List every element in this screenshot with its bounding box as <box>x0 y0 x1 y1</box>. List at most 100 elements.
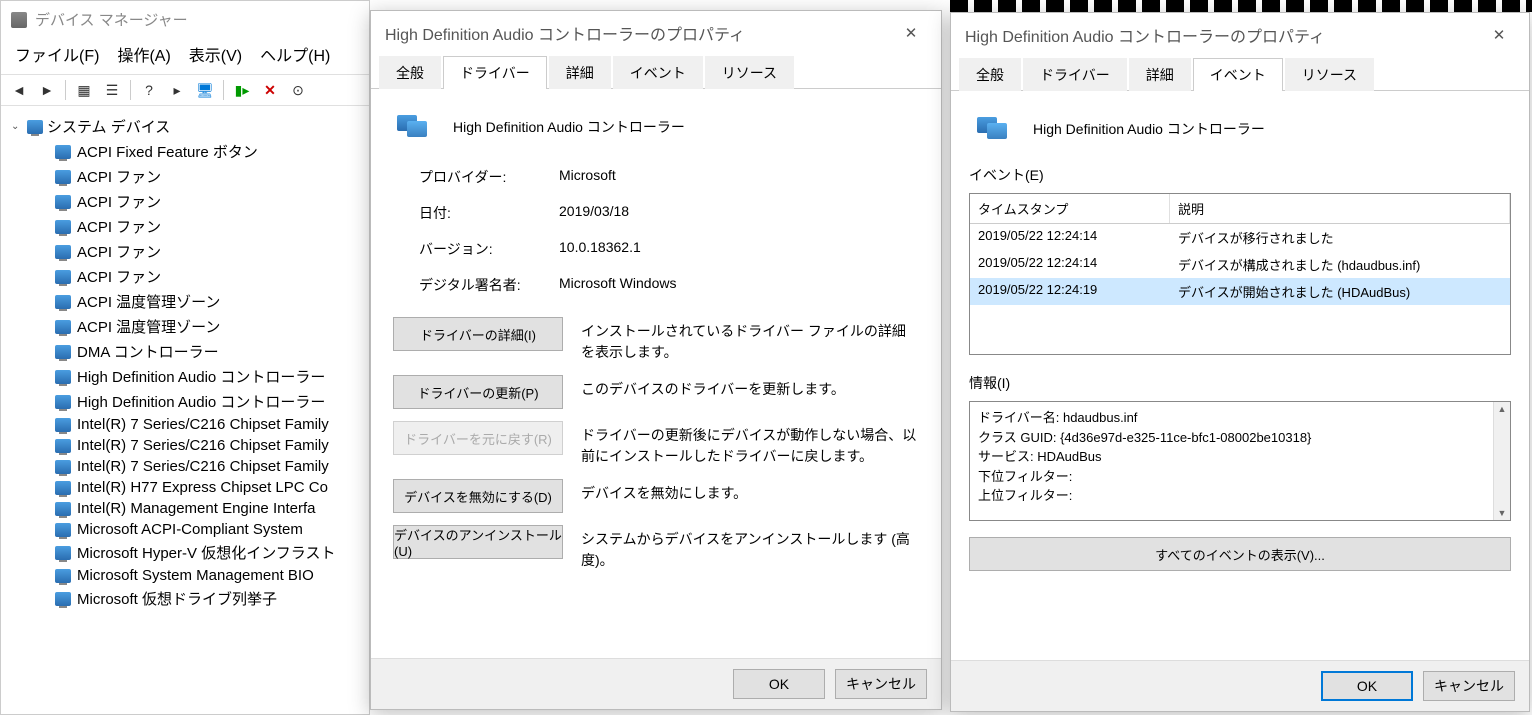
date-value: 2019/03/18 <box>559 203 893 223</box>
tab-driver[interactable]: ドライバー <box>443 56 547 89</box>
uninstall-device-button[interactable]: デバイスのアンインストール(U) <box>393 525 563 559</box>
device-label: ACPI ファン <box>77 241 161 262</box>
view-all-events-button[interactable]: すべてのイベントの表示(V)... <box>969 537 1511 571</box>
scan-button[interactable]: ▸ <box>165 78 189 102</box>
enable-button[interactable]: ▮▸ <box>230 78 254 102</box>
version-label: バージョン: <box>419 239 559 259</box>
ok-button[interactable]: OK <box>1321 671 1413 701</box>
tree-item[interactable]: ACPI 温度管理ゾーン <box>5 314 365 339</box>
device-label: Intel(R) H77 Express Chipset LPC Co <box>77 479 328 496</box>
tab-resource[interactable]: リソース <box>705 56 794 89</box>
back-button[interactable]: ◄ <box>7 78 31 102</box>
properties-button[interactable]: ☰ <box>100 78 124 102</box>
tree-item[interactable]: Intel(R) H77 Express Chipset LPC Co <box>5 477 365 498</box>
device-manager-window: デバイス マネージャー ファイル(F) 操作(A) 表示(V) ヘルプ(H) ◄… <box>0 0 370 715</box>
update-driver-button[interactable]: ⊙ <box>286 78 310 102</box>
cancel-button[interactable]: キャンセル <box>1423 671 1515 701</box>
device-label: Intel(R) 7 Series/C216 Chipset Family <box>77 416 329 433</box>
tree-item[interactable]: Intel(R) Management Engine Interfa <box>5 498 365 519</box>
tree-item[interactable]: Intel(R) 7 Series/C216 Chipset Family <box>5 435 365 456</box>
device-icon <box>55 295 71 309</box>
menu-action[interactable]: 操作(A) <box>117 42 170 66</box>
tab-row: 全般 ドライバー 詳細 イベント リソース <box>371 55 941 89</box>
device-icon <box>55 370 71 384</box>
tree-item[interactable]: Microsoft 仮想ドライブ列挙子 <box>5 586 365 611</box>
tree-item[interactable]: ACPI ファン <box>5 189 365 214</box>
device-icon <box>55 460 71 474</box>
scrollbar[interactable]: ▲▼ <box>1493 402 1510 520</box>
tree-item[interactable]: ACPI 温度管理ゾーン <box>5 289 365 314</box>
tab-detail[interactable]: 詳細 <box>1129 58 1191 91</box>
info-line: 下位フィルター: <box>978 467 1502 487</box>
events-table[interactable]: タイムスタンプ 説明 2019/05/22 12:24:14デバイスが移行されま… <box>969 193 1511 355</box>
menu-help[interactable]: ヘルプ(H) <box>260 42 330 66</box>
table-header: タイムスタンプ 説明 <box>970 194 1510 224</box>
menu-view[interactable]: 表示(V) <box>189 42 242 66</box>
tab-detail[interactable]: 詳細 <box>549 56 611 89</box>
tab-event[interactable]: イベント <box>613 56 703 89</box>
tree-item[interactable]: ACPI ファン <box>5 214 365 239</box>
menubar: ファイル(F) 操作(A) 表示(V) ヘルプ(H) <box>1 38 369 74</box>
device-label: Microsoft System Management BIO <box>77 567 314 584</box>
tree-item[interactable]: High Definition Audio コントローラー <box>5 364 365 389</box>
col-description[interactable]: 説明 <box>1170 194 1510 223</box>
tab-resource[interactable]: リソース <box>1285 58 1374 91</box>
event-description: デバイスが移行されました <box>1170 224 1510 251</box>
tree-item[interactable]: Microsoft Hyper-V 仮想化インフラスト <box>5 540 365 565</box>
info-line: ドライバー名: hdaudbus.inf <box>978 408 1502 428</box>
event-row[interactable]: 2019/05/22 12:24:19デバイスが開始されました (HDAudBu… <box>970 278 1510 305</box>
collapse-icon[interactable]: ⌄ <box>11 121 23 132</box>
close-button[interactable]: ✕ <box>1483 23 1515 47</box>
update-driver-button[interactable]: ドライバーの更新(P) <box>393 375 563 409</box>
info-line: サービス: HDAudBus <box>978 447 1502 467</box>
device-label: Intel(R) 7 Series/C216 Chipset Family <box>77 458 329 475</box>
tree-item[interactable]: Microsoft System Management BIO <box>5 565 365 586</box>
tree-item[interactable]: DMA コントローラー <box>5 339 365 364</box>
event-timestamp: 2019/05/22 12:24:14 <box>970 224 1170 251</box>
help-button[interactable]: ? <box>137 78 161 102</box>
ok-button[interactable]: OK <box>733 669 825 699</box>
device-icon <box>55 546 71 560</box>
forward-button[interactable]: ► <box>35 78 59 102</box>
tab-driver[interactable]: ドライバー <box>1023 58 1127 91</box>
driver-details-button[interactable]: ドライバーの詳細(I) <box>393 317 563 351</box>
rollback-driver-button: ドライバーを元に戻す(R) <box>393 421 563 455</box>
title-text: デバイス マネージャー <box>35 9 188 30</box>
event-row[interactable]: 2019/05/22 12:24:14デバイスが移行されました <box>970 224 1510 251</box>
device-icon <box>55 569 71 583</box>
tab-general[interactable]: 全般 <box>379 56 441 89</box>
category-label: システム デバイス <box>47 116 170 137</box>
tree-item[interactable]: ACPI ファン <box>5 264 365 289</box>
event-row[interactable]: 2019/05/22 12:24:14デバイスが構成されました (hdaudbu… <box>970 251 1510 278</box>
toolbar: ◄ ► ▦ ☰ ? ▸ 🖥 ▮▸ ✕ ⊙ <box>1 74 369 106</box>
device-label: DMA コントローラー <box>77 341 219 362</box>
tree-item[interactable]: Intel(R) 7 Series/C216 Chipset Family <box>5 414 365 435</box>
tab-general[interactable]: 全般 <box>959 58 1021 91</box>
monitor-button[interactable]: 🖥 <box>193 78 217 102</box>
info-line: 上位フィルター: <box>978 486 1502 506</box>
dialog-body: High Definition Audio コントローラー イベント(E) タイ… <box>951 91 1529 583</box>
tree-item[interactable]: Intel(R) 7 Series/C216 Chipset Family <box>5 456 365 477</box>
disable-device-button[interactable]: デバイスを無効にする(D) <box>393 479 563 513</box>
device-label: High Definition Audio コントローラー <box>77 391 325 412</box>
window-title: デバイス マネージャー <box>1 1 369 38</box>
menu-file[interactable]: ファイル(F) <box>15 42 99 66</box>
show-hide-tree-button[interactable]: ▦ <box>72 78 96 102</box>
device-tree[interactable]: ⌄ システム デバイス ACPI Fixed Feature ボタンACPI フ… <box>1 106 369 699</box>
info-textbox[interactable]: ドライバー名: hdaudbus.inf クラス GUID: {4d36e97d… <box>969 401 1511 521</box>
tab-event[interactable]: イベント <box>1193 58 1283 91</box>
event-timestamp: 2019/05/22 12:24:14 <box>970 251 1170 278</box>
uninstall-button[interactable]: ✕ <box>258 78 282 102</box>
device-icon <box>977 113 1013 145</box>
col-timestamp[interactable]: タイムスタンプ <box>970 194 1170 223</box>
tree-root[interactable]: ⌄ システム デバイス <box>5 114 365 139</box>
tree-item[interactable]: Microsoft ACPI-Compliant System <box>5 519 365 540</box>
tree-item[interactable]: ACPI ファン <box>5 164 365 189</box>
device-icon <box>55 395 71 409</box>
tree-item[interactable]: ACPI ファン <box>5 239 365 264</box>
close-button[interactable]: ✕ <box>895 21 927 45</box>
cancel-button[interactable]: キャンセル <box>835 669 927 699</box>
tree-item[interactable]: ACPI Fixed Feature ボタン <box>5 139 365 164</box>
tree-item[interactable]: High Definition Audio コントローラー <box>5 389 365 414</box>
device-name: High Definition Audio コントローラー <box>1033 119 1265 139</box>
